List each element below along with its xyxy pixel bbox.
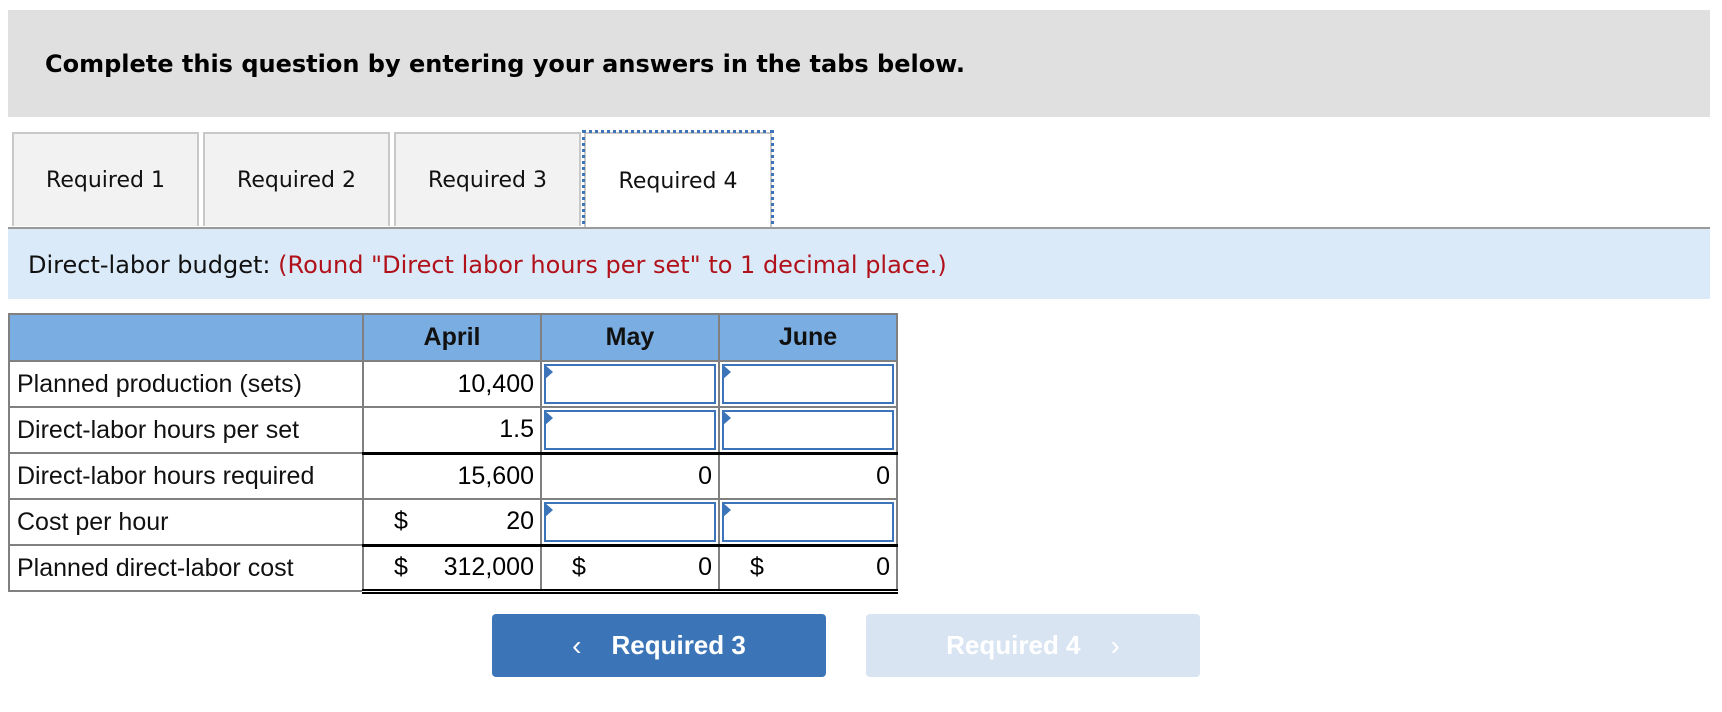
april-value: 1.5 [362, 406, 542, 454]
value-text: 15,600 [457, 461, 534, 490]
currency-symbol: $ [394, 553, 408, 581]
instructions-banner: Complete this question by entering your … [8, 10, 1710, 117]
next-button-label: Required 4 [946, 630, 1081, 660]
row-label: Planned direct-labor cost [8, 544, 364, 592]
june-cell [718, 360, 898, 408]
tab-required-3[interactable]: Required 3 [394, 132, 581, 226]
header-blank [8, 313, 364, 362]
tab-required-4[interactable]: Required 4 [582, 130, 774, 230]
chevron-left-icon: ‹ [572, 629, 582, 661]
input-flag-icon [722, 502, 731, 518]
table-row: Direct-labor hours required 15,600 0 0 [8, 451, 898, 500]
april-value: 10,400 [362, 360, 542, 408]
june-hours-per-set-input[interactable] [724, 412, 892, 448]
currency-symbol: $ [394, 507, 408, 536]
value-text: 1.5 [499, 415, 534, 444]
instruction-band: Direct-labor budget: (Round "Direct labo… [8, 229, 1710, 299]
may-cell [540, 406, 720, 454]
next-required-4-button[interactable]: Required 4 › [866, 614, 1200, 677]
banner-title: Complete this question by entering your … [45, 50, 965, 78]
currency-symbol: $ [572, 553, 586, 581]
june-cell [718, 498, 898, 546]
prev-button-label: Required 3 [611, 630, 746, 660]
tab-required-1[interactable]: Required 1 [12, 132, 199, 226]
table-row: Planned direct-labor cost $312,000 $0 $0 [8, 543, 898, 594]
may-value: 0 [540, 451, 720, 500]
may-hours-per-set-input[interactable] [546, 412, 714, 448]
input-flag-icon [722, 410, 731, 426]
june-cost-per-hour-input[interactable] [724, 504, 892, 540]
may-value: $0 [540, 543, 720, 594]
header-row: April May June [8, 313, 898, 362]
value-text: 10,400 [457, 369, 534, 398]
may-cell [540, 360, 720, 408]
instruction-prefix: Direct-labor budget: [28, 251, 271, 279]
direct-labor-budget-table: April May June Planned production (sets)… [8, 313, 898, 594]
value-text: 312,000 [443, 553, 534, 581]
may-cost-per-hour-input[interactable] [546, 504, 714, 540]
may-production-input[interactable] [546, 366, 714, 402]
instruction-text: Direct-labor budget: (Round "Direct labo… [28, 251, 947, 279]
currency-symbol: $ [750, 553, 764, 581]
table-row: Planned production (sets) 10,400 [8, 360, 898, 408]
april-value: $20 [362, 498, 542, 546]
june-production-input[interactable] [724, 366, 892, 402]
june-value: $0 [718, 543, 898, 594]
value-text: 20 [506, 507, 534, 536]
input-flag-icon [544, 502, 553, 518]
row-label: Cost per hour [8, 498, 364, 546]
prev-required-3-button[interactable]: ‹ Required 3 [492, 614, 826, 677]
input-flag-icon [544, 410, 553, 426]
april-value: 15,600 [362, 451, 542, 500]
june-value: 0 [718, 451, 898, 500]
table-row: Cost per hour $20 [8, 498, 898, 546]
header-april: April [362, 313, 542, 362]
value-text: 0 [876, 461, 890, 490]
row-label: Direct-labor hours required [8, 452, 364, 500]
june-cell [718, 406, 898, 454]
header-may: May [540, 313, 720, 362]
row-label: Planned production (sets) [8, 360, 364, 408]
row-label: Direct-labor hours per set [8, 406, 364, 454]
input-flag-icon [722, 364, 731, 380]
may-cell [540, 498, 720, 546]
value-text: 0 [698, 553, 712, 581]
table-row: Direct-labor hours per set 1.5 [8, 406, 898, 454]
april-value: $312,000 [362, 543, 542, 594]
input-flag-icon [544, 364, 553, 380]
chevron-right-icon: › [1110, 629, 1120, 661]
value-text: 0 [698, 461, 712, 490]
rounding-note: (Round "Direct labor hours per set" to 1… [278, 251, 947, 279]
tab-required-2[interactable]: Required 2 [203, 132, 390, 226]
value-text: 0 [876, 553, 890, 581]
header-june: June [718, 313, 898, 362]
